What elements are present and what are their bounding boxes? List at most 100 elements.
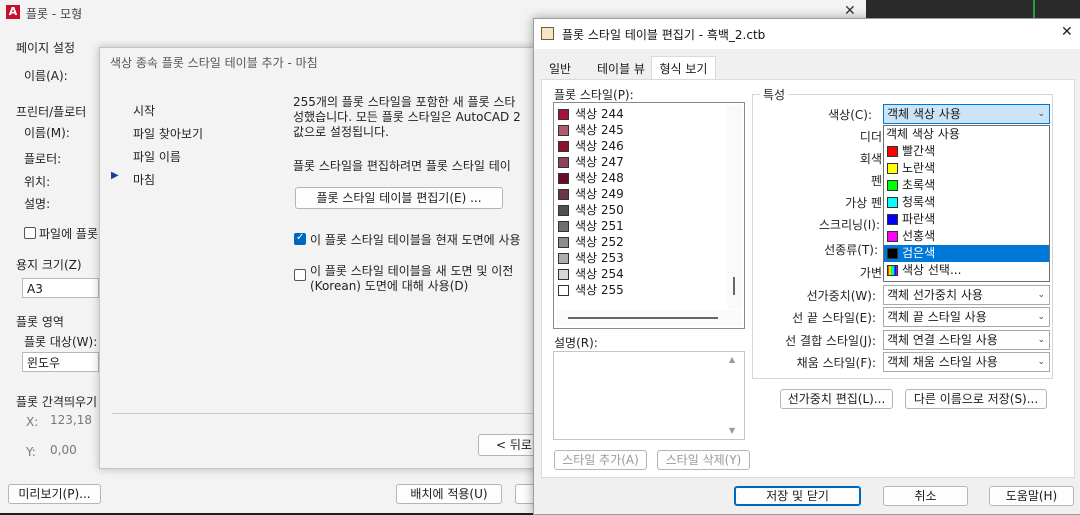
styles-vertical-scrollbar[interactable] [727, 105, 743, 309]
tab-general[interactable]: 일반 [542, 60, 578, 77]
plot-area-group: 플롯 영역 [16, 315, 64, 329]
plot-style-name: 색상 244 [575, 107, 624, 121]
tab-table-view[interactable]: 테이블 뷰 [590, 60, 652, 77]
line-join-style-label: 선 결합 스타일(J): [785, 334, 876, 348]
save-as-button[interactable]: 다른 이름으로 저장(S)... [905, 389, 1047, 409]
edit-lineweights-button[interactable]: 선가중치 편집(L)... [780, 389, 893, 409]
add-style-button[interactable]: 스타일 추가(A) [554, 450, 647, 470]
offset-y-label: Y: [26, 445, 36, 459]
color-option-label: 선홍색 [902, 229, 936, 243]
color-option[interactable]: 청록색 [884, 194, 1049, 211]
dither-label: 디더 [859, 130, 882, 144]
styles-vscroll-thumb[interactable] [733, 277, 735, 295]
offset-y-value: 0,00 [50, 443, 77, 457]
color-option[interactable]: 빨간색 [884, 143, 1049, 160]
plot-style-item[interactable]: 색상 246 [558, 137, 624, 153]
color-swatch-icon [558, 253, 569, 264]
lineweight-select[interactable]: 객체 선가중치 사용 ⌄ [883, 285, 1050, 305]
plot-style-name: 색상 251 [575, 219, 624, 233]
offset-x-label: X: [26, 415, 39, 429]
line-join-style-select[interactable]: 객체 연결 스타일 사용 ⌄ [883, 330, 1050, 350]
color-option-label: 빨간색 [902, 144, 936, 158]
color-picker-icon [887, 265, 898, 276]
use-new-drawings-checkbox[interactable] [294, 269, 306, 281]
plot-style-item[interactable]: 색상 248 [558, 169, 624, 185]
plot-style-item[interactable]: 색상 255 [558, 281, 624, 297]
color-option[interactable]: 색상 선택... [884, 262, 1049, 279]
plot-style-item[interactable]: 색상 251 [558, 217, 624, 233]
color-option[interactable]: 검은색 [884, 245, 1049, 262]
plot-style-name: 색상 255 [575, 283, 624, 297]
use-new-drawings-label-line2: (Korean) 도면에 대해 사용(D) [310, 279, 469, 293]
color-option[interactable]: 선홍색 [884, 228, 1049, 245]
wizard-edit-hint: 플롯 스타일을 편집하려면 플롯 스타일 테이 [293, 159, 511, 173]
plot-style-item[interactable]: 색상 245 [558, 121, 624, 137]
plot-dialog-title: 플롯 - 모형 [26, 7, 83, 21]
use-current-drawing-checkbox[interactable] [294, 232, 306, 245]
printer-name-label: 이름(M): [24, 126, 70, 140]
pen-label: 펜 [870, 174, 882, 188]
line-end-style-select[interactable]: 객체 끝 스타일 사용 ⌄ [883, 307, 1050, 327]
plot-style-name: 색상 253 [575, 251, 624, 265]
color-swatch-icon [558, 173, 569, 184]
color-swatch-icon [558, 285, 569, 296]
fill-style-value: 객체 채움 스타일 사용 [887, 355, 998, 369]
screening-label: 스크리닝(I): [818, 218, 880, 232]
plot-style-item[interactable]: 색상 252 [558, 233, 624, 249]
color-select[interactable]: 객체 색상 사용 ⌄ [883, 104, 1050, 124]
color-option[interactable]: 파란색 [884, 211, 1049, 228]
desc-scroll-up-icon[interactable]: ▲ [729, 355, 735, 364]
color-select-value: 객체 색상 사용 [887, 107, 961, 121]
fill-style-select[interactable]: 객체 채움 스타일 사용 ⌄ [883, 352, 1050, 372]
delete-style-button[interactable]: 스타일 삭제(Y) [657, 450, 750, 470]
color-option[interactable]: 노란색 [884, 160, 1049, 177]
plot-styles-list[interactable]: 색상 244 색상 245 색상 246 색상 247 색상 248 색상 249 색상 2… [553, 102, 745, 329]
grayscale-label: 회색 [859, 152, 882, 166]
plot-style-item[interactable]: 색상 254 [558, 265, 624, 281]
help-button[interactable]: 도움말(H) [989, 486, 1074, 506]
plot-styles-label: 플롯 스타일(P): [554, 88, 634, 102]
style-description-textarea[interactable]: ▲ ▼ [553, 351, 745, 440]
plot-style-item[interactable]: 색상 250 [558, 201, 624, 217]
color-swatch-icon [558, 125, 569, 136]
plot-style-item[interactable]: 색상 253 [558, 249, 624, 265]
preview-button[interactable]: 미리보기(P)... [8, 484, 101, 504]
color-swatch-icon [887, 214, 898, 225]
plot-to-file-checkbox[interactable] [24, 227, 36, 239]
apply-to-layout-button[interactable]: 배치에 적용(U) [396, 484, 502, 504]
tab-form-view[interactable]: 형식 보기 [651, 60, 716, 77]
plot-style-item[interactable]: 색상 249 [558, 185, 624, 201]
color-option-label: 객체 색상 사용 [886, 127, 960, 141]
styles-hscroll-thumb[interactable] [568, 317, 718, 319]
save-and-close-button[interactable]: 저장 및 닫기 [734, 486, 861, 506]
color-swatch-icon [887, 231, 898, 242]
editor-close-icon[interactable]: ✕ [1061, 24, 1073, 40]
edit-plot-style-table-button[interactable]: 플롯 스타일 테이블 편집기(E) ... [295, 187, 503, 209]
plot-what-label: 플롯 대상(W): [24, 335, 98, 349]
canvas-y-axis-line [1033, 0, 1035, 18]
styles-horizontal-scrollbar[interactable] [556, 310, 742, 326]
plot-close-icon[interactable]: ✕ [844, 3, 856, 19]
properties-group-label: 특성 [760, 86, 789, 103]
plot-what-select[interactable]: 윈도우 [22, 352, 99, 372]
chevron-down-icon: ⌄ [1037, 290, 1045, 300]
color-option-label: 검은색 [902, 246, 936, 260]
color-option[interactable]: 객체 색상 사용 [884, 126, 1049, 143]
chevron-down-icon: ⌄ [1037, 335, 1045, 345]
desc-scroll-down-icon[interactable]: ▼ [729, 426, 735, 435]
chevron-down-icon: ⌄ [1037, 109, 1045, 119]
paper-size-select[interactable]: A3 [22, 278, 99, 298]
plotter-label: 플로터: [24, 152, 62, 166]
offset-x-value: 123,18 [50, 413, 92, 427]
plot-style-name: 색상 254 [575, 267, 624, 281]
page-setup-name-label: 이름(A): [24, 69, 68, 83]
color-swatch-icon [558, 109, 569, 120]
plot-style-item[interactable]: 색상 247 [558, 153, 624, 169]
color-dropdown-list[interactable]: 객체 색상 사용빨간색노란색 초록색 청록색 파란색 선홍색검은색색상 선택... [883, 125, 1050, 282]
cancel-button[interactable]: 취소 [883, 486, 968, 506]
color-swatch-icon [558, 157, 569, 168]
paper-size-group: 용지 크기(Z) [16, 258, 82, 272]
plot-style-name: 색상 252 [575, 235, 624, 249]
plot-style-item[interactable]: 색상 244 [558, 105, 624, 121]
color-option[interactable]: 초록색 [884, 177, 1049, 194]
